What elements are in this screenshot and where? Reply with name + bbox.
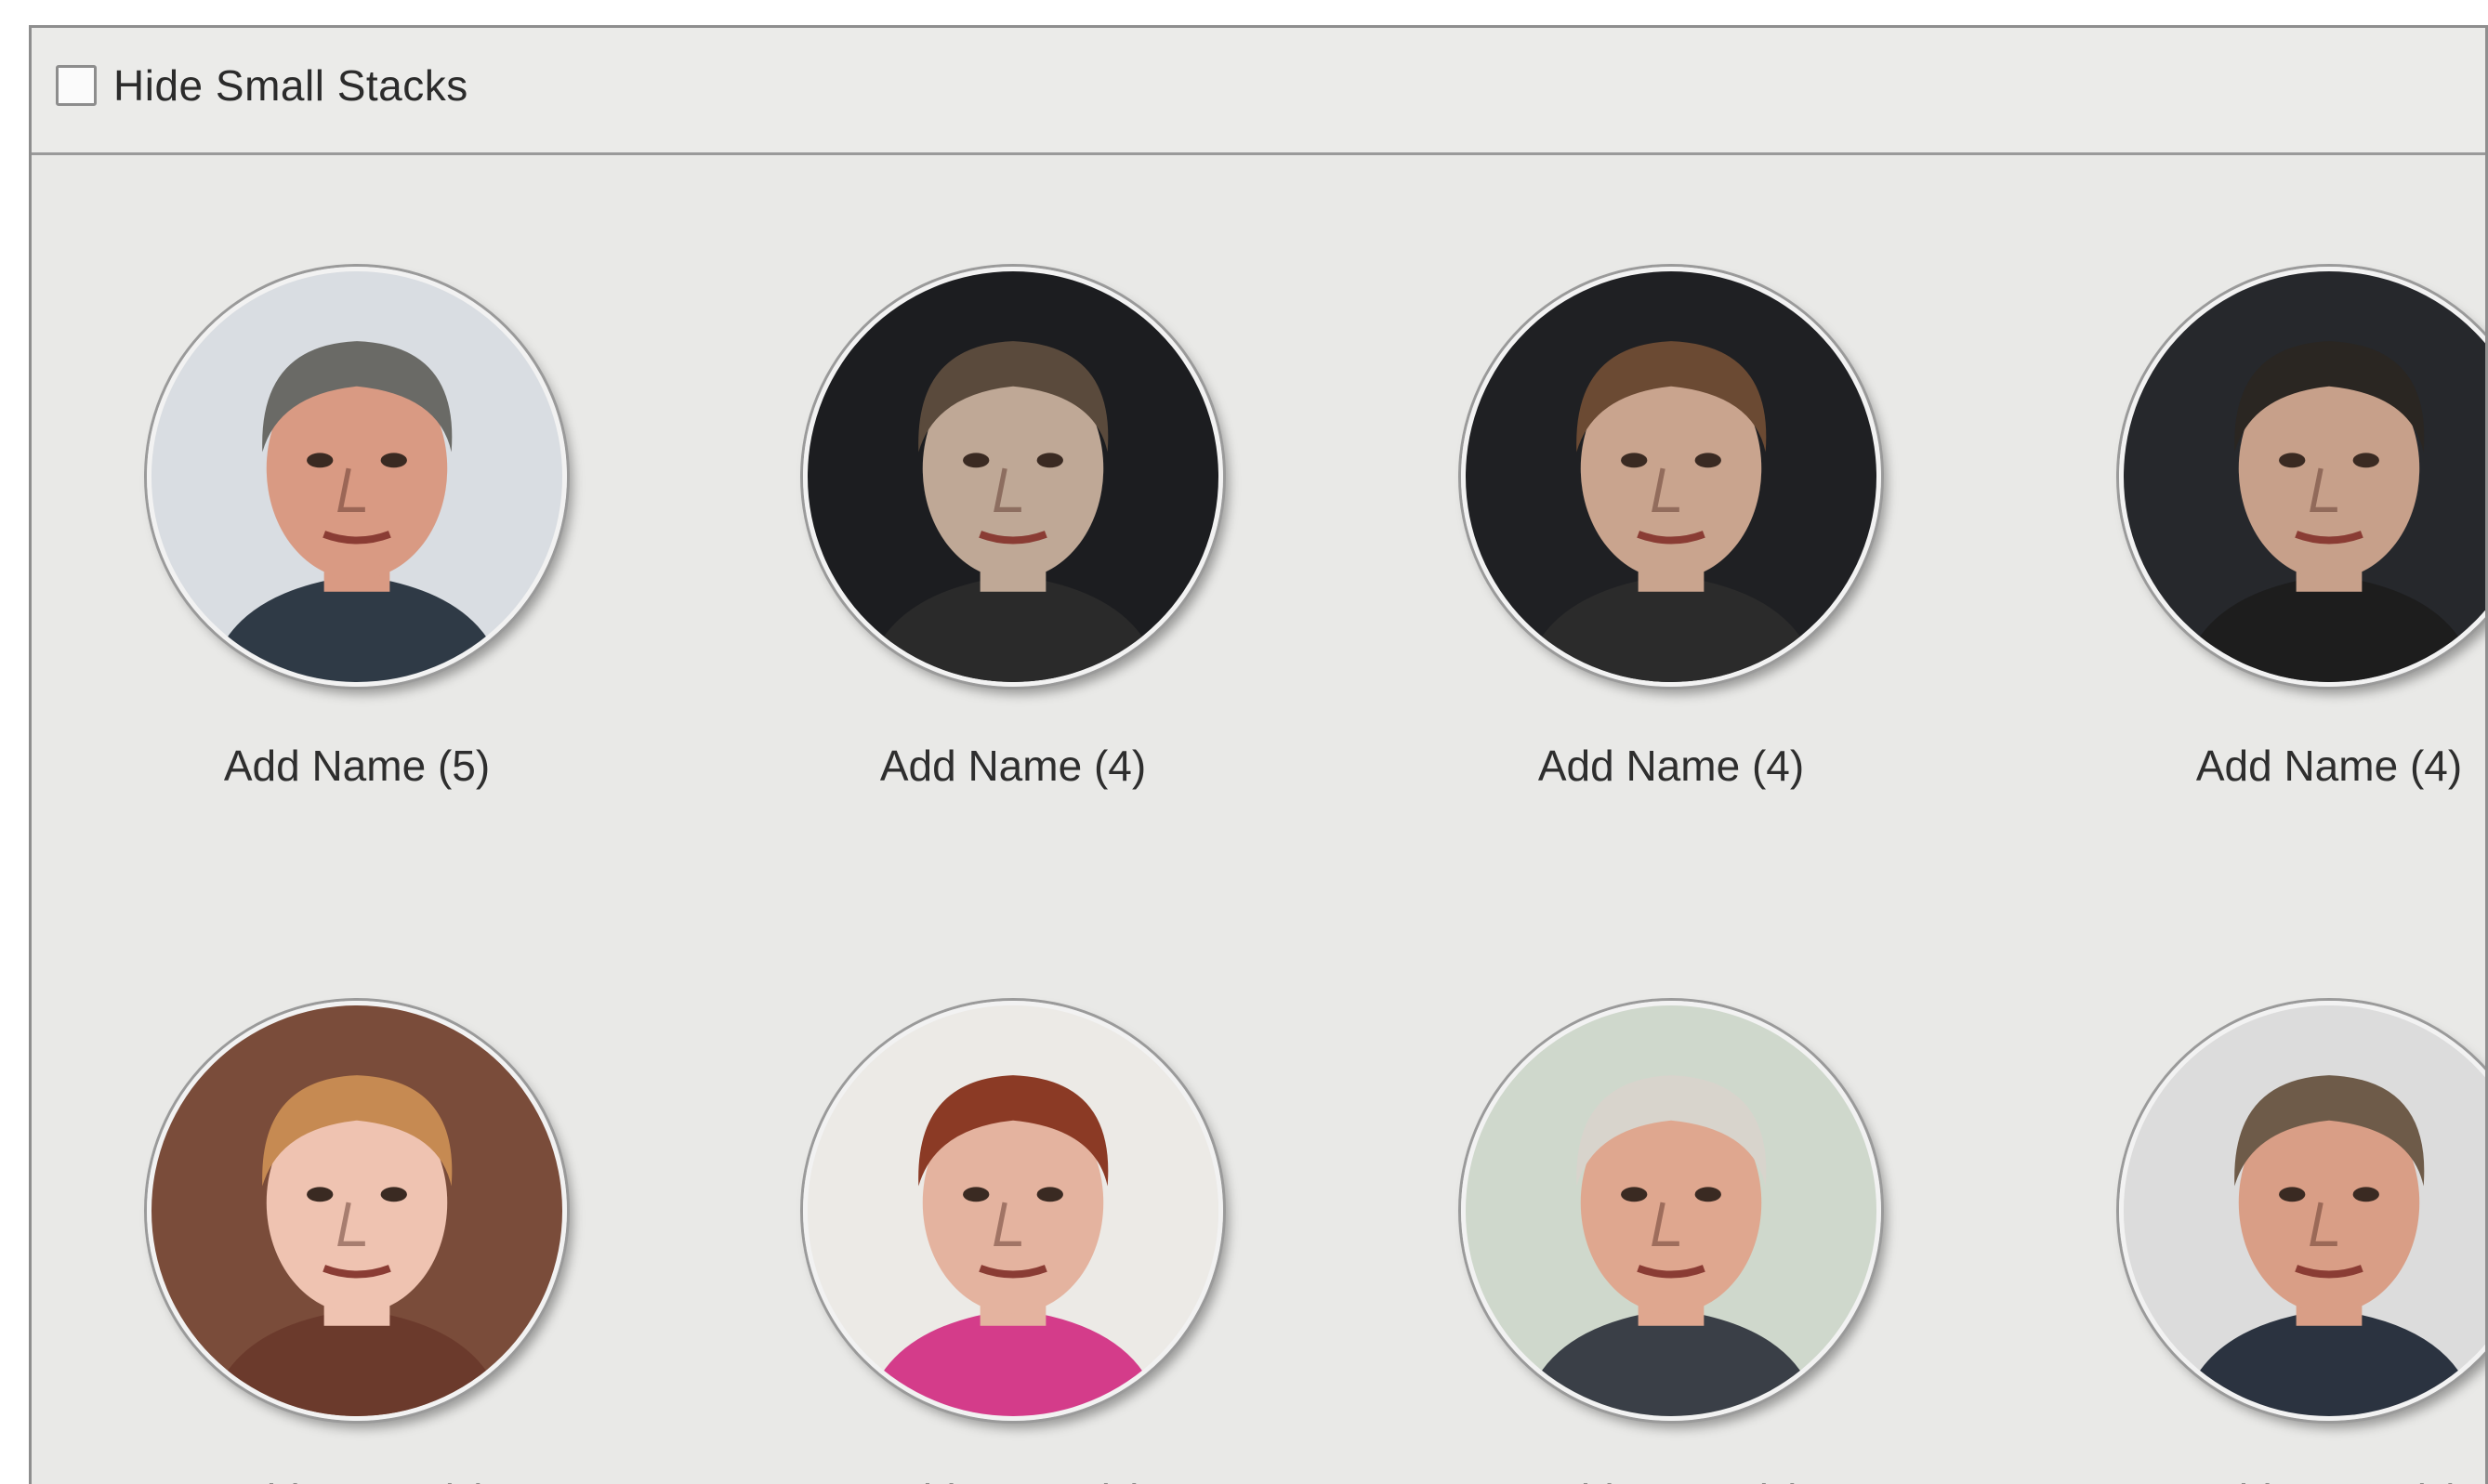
face-thumbnail[interactable] bbox=[2119, 1001, 2485, 1421]
add-name-label[interactable]: Add Name (2) bbox=[734, 1475, 1292, 1484]
hide-small-stacks-label: Hide Small Stacks bbox=[113, 61, 468, 110]
face-thumbnail[interactable] bbox=[2119, 267, 2485, 687]
add-name-label[interactable]: Add Name (5) bbox=[78, 741, 636, 791]
add-name-label[interactable]: Add Name (4) bbox=[734, 741, 1292, 791]
add-name-label[interactable]: Add Name (4) bbox=[2050, 741, 2485, 791]
hide-small-stacks-checkbox[interactable] bbox=[56, 65, 97, 106]
add-name-label[interactable]: Add Name (2) bbox=[78, 1475, 636, 1484]
face-portrait-icon bbox=[2124, 1005, 2485, 1416]
face-portrait-icon bbox=[1466, 271, 1876, 682]
add-name-label[interactable]: Add Name (4) bbox=[1392, 741, 1950, 791]
face-portrait-icon bbox=[151, 271, 562, 682]
face-thumbnail[interactable] bbox=[1461, 267, 1881, 687]
face-portrait-icon bbox=[808, 271, 1218, 682]
face-grid: Add Name (5) Add Name (4) Add Name (4) Add … bbox=[32, 155, 2485, 1484]
face-thumbnail[interactable] bbox=[803, 267, 1223, 687]
add-name-label[interactable]: Add Name (2) bbox=[2050, 1475, 2485, 1484]
face-thumbnail[interactable] bbox=[147, 267, 567, 687]
hide-small-stacks-option[interactable]: Hide Small Stacks bbox=[56, 60, 468, 111]
face-portrait-icon bbox=[1466, 1005, 1876, 1416]
face-thumbnail[interactable] bbox=[147, 1001, 567, 1421]
add-name-label[interactable]: Add Name (2) bbox=[1392, 1475, 1950, 1484]
face-stacks-panel: Hide Small Stacks Add Name (5) Add Name (… bbox=[29, 25, 2488, 1484]
face-portrait-icon bbox=[2124, 271, 2485, 682]
face-thumbnail[interactable] bbox=[1461, 1001, 1881, 1421]
face-portrait-icon bbox=[808, 1005, 1218, 1416]
panel-toolbar: Hide Small Stacks bbox=[32, 28, 2485, 155]
face-thumbnail[interactable] bbox=[803, 1001, 1223, 1421]
face-portrait-icon bbox=[151, 1005, 562, 1416]
